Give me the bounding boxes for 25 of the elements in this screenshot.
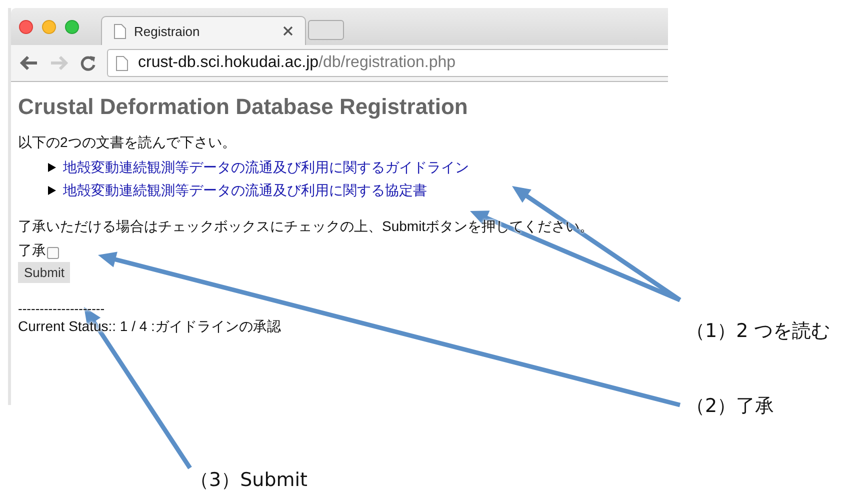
zoom-icon[interactable] [65, 20, 79, 34]
new-tab-button[interactable] [308, 20, 344, 40]
bullet-icon [48, 186, 56, 195]
minimize-icon[interactable] [42, 20, 56, 34]
document-link[interactable]: 地殻変動連続観測等データの流通及び利用に関する協定書 [63, 182, 427, 200]
document-link[interactable]: 地殻変動連続観測等データの流通及び利用に関するガイドライン [63, 158, 469, 176]
submit-button[interactable]: Submit [18, 262, 70, 283]
close-icon[interactable] [283, 26, 293, 36]
back-icon[interactable] [19, 55, 39, 71]
checkbox-label: 了承 [18, 242, 46, 260]
close-icon[interactable] [19, 20, 33, 34]
reload-icon[interactable] [79, 54, 97, 72]
callout-label: （1）2 つを読む [686, 319, 830, 344]
page-heading: Crustal Deformation Database Registration [18, 94, 469, 120]
page-icon [116, 56, 128, 70]
page-icon [114, 24, 126, 38]
callout-label: （3）Submit [190, 468, 308, 492]
divider-text: -------------------- [18, 301, 106, 316]
browser-tab[interactable]: Registraion [101, 16, 306, 45]
address-bar[interactable]: crust-db.sci.hokudai.ac.jp/db/registration.php [107, 49, 668, 77]
bullet-icon [48, 163, 56, 172]
agree-checkbox[interactable] [47, 246, 59, 258]
forward-icon[interactable] [49, 55, 69, 71]
intro-text: 以下の2つの文書を読んで下さい。 [18, 134, 237, 152]
callout-label: （2）了承 [686, 394, 774, 419]
